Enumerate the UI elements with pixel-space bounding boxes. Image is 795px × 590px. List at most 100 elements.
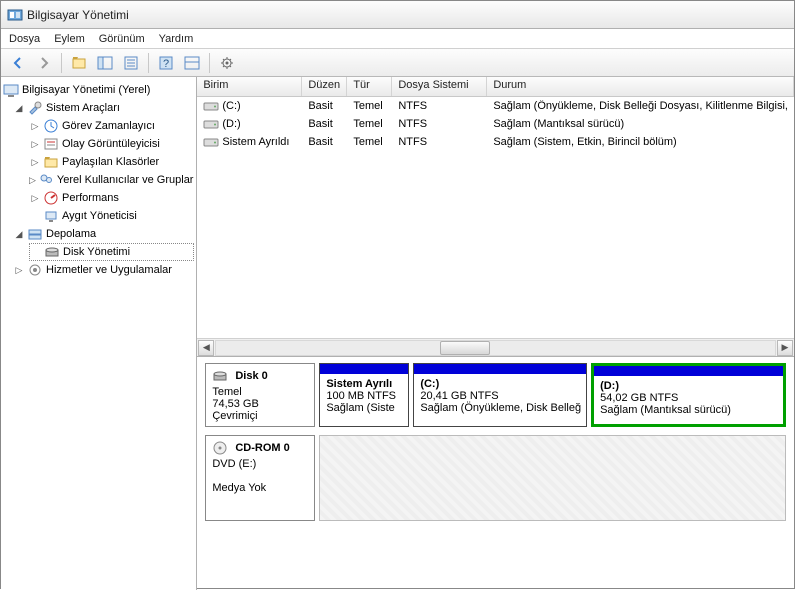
volume-status: Sağlam (Sistem, Etkin, Birincil bölüm): [487, 136, 794, 148]
partition-name: (D:): [600, 380, 619, 392]
disk-type: Temel: [212, 386, 308, 398]
tree-local-users-label: Yerel Kullanıcılar ve Gruplar: [57, 174, 194, 186]
col-fs[interactable]: Dosya Sistemi: [392, 77, 487, 96]
disk-icon: [212, 368, 228, 384]
services-icon: [27, 262, 43, 278]
volume-list-header: Birim Düzen Tür Dosya Sistemi Durum: [197, 77, 794, 97]
partition-header: [414, 364, 586, 374]
tree-performance[interactable]: ▷Performans: [29, 189, 194, 207]
volume-type: Temel: [347, 100, 392, 112]
partition-status: Sağlam (Önyükleme, Disk Belleğ: [420, 402, 581, 414]
navigation-tree[interactable]: Bilgisayar Yönetimi (Yerel) ◢ Sistem Ara…: [1, 77, 197, 590]
expand-icon[interactable]: ▷: [29, 120, 41, 132]
tree-disk-management-label: Disk Yönetimi: [63, 246, 130, 258]
tree-services-label: Hizmetler ve Uygulamalar: [46, 264, 172, 276]
forward-button[interactable]: [33, 52, 55, 74]
tree-device-manager[interactable]: ▷Aygıt Yöneticisi: [29, 207, 194, 225]
scroll-right-button[interactable]: ▶: [777, 340, 793, 356]
volume-list[interactable]: Birim Düzen Tür Dosya Sistemi Durum (C:)…: [197, 77, 794, 357]
scroll-left-button[interactable]: ◀: [198, 340, 214, 356]
disk-status: Çevrimiçi: [212, 410, 308, 422]
users-icon: [38, 172, 54, 188]
tools-icon: [27, 100, 43, 116]
expand-icon[interactable]: ▷: [29, 174, 36, 186]
tree-event-viewer[interactable]: ▷ Olay Görüntüleyicisi: [29, 135, 194, 153]
disk-info[interactable]: CD-ROM 0 DVD (E:) Medya Yok: [205, 435, 315, 521]
help-button[interactable]: ?: [155, 52, 177, 74]
tree-system-tools[interactable]: ◢ Sistem Araçları: [13, 99, 194, 117]
tree-system-tools-label: Sistem Araçları: [46, 102, 120, 114]
volume-fs: NTFS: [392, 100, 487, 112]
back-button[interactable]: [7, 52, 29, 74]
settings-button[interactable]: [216, 52, 238, 74]
up-button[interactable]: [68, 52, 90, 74]
partition-name: (C:): [420, 378, 439, 390]
tree-shared-folders-label: Paylaşılan Klasörler: [62, 156, 159, 168]
disk-type: DVD (E:): [212, 458, 308, 470]
volume-name: (C:): [222, 100, 240, 112]
menu-file[interactable]: Dosya: [9, 33, 40, 45]
collapse-icon[interactable]: ◢: [13, 228, 25, 240]
tree-services[interactable]: ▷ Hizmetler ve Uygulamalar: [13, 261, 194, 279]
volume-type: Temel: [347, 118, 392, 130]
volume-status: Sağlam (Önyükleme, Disk Belleği Dosyası,…: [487, 100, 794, 112]
app-icon: [7, 7, 23, 23]
event-icon: [43, 136, 59, 152]
view-button[interactable]: [181, 52, 203, 74]
col-type[interactable]: Tür: [347, 77, 392, 96]
menu-help[interactable]: Yardım: [159, 33, 194, 45]
disk-row-cdrom[interactable]: CD-ROM 0 DVD (E:) Medya Yok: [205, 435, 786, 521]
tree-disk-management[interactable]: ▷Disk Yönetimi: [29, 243, 194, 261]
col-status[interactable]: Durum: [487, 77, 794, 96]
menu-action[interactable]: Eylem: [54, 33, 85, 45]
col-volume[interactable]: Birim: [197, 77, 302, 96]
main-area: Bilgisayar Yönetimi (Yerel) ◢ Sistem Ara…: [1, 77, 794, 590]
volume-fs: NTFS: [392, 118, 487, 130]
disk-map: Disk 0 Temel 74,53 GB Çevrimiçi Sistem A…: [197, 357, 794, 590]
show-hide-tree-button[interactable]: [94, 52, 116, 74]
partition-name: Sistem Ayrılı: [326, 378, 392, 390]
expand-icon[interactable]: ▷: [13, 264, 25, 276]
tree-storage-label: Depolama: [46, 228, 96, 240]
tree-local-users[interactable]: ▷ Yerel Kullanıcılar ve Gruplar: [29, 171, 194, 189]
content-pane: Birim Düzen Tür Dosya Sistemi Durum (C:)…: [197, 77, 794, 590]
folder-shared-icon: [43, 154, 59, 170]
tree-storage[interactable]: ◢ Depolama: [13, 225, 194, 243]
volume-type: Temel: [347, 136, 392, 148]
expand-icon[interactable]: ▷: [29, 192, 41, 204]
properties-button[interactable]: [120, 52, 142, 74]
partition-status: Sağlam (Siste: [326, 402, 394, 414]
empty-media: [319, 435, 786, 521]
tree-root-label: Bilgisayar Yönetimi (Yerel): [22, 84, 150, 96]
tree-root[interactable]: Bilgisayar Yönetimi (Yerel): [3, 81, 194, 99]
storage-icon: [27, 226, 43, 242]
expand-icon[interactable]: ▷: [29, 156, 41, 168]
partition-d[interactable]: (D:) 54,02 GB NTFS Sağlam (Mantıksal sür…: [591, 363, 786, 427]
tree-event-viewer-label: Olay Görüntüleyicisi: [62, 138, 160, 150]
disk-row-0[interactable]: Disk 0 Temel 74,53 GB Çevrimiçi Sistem A…: [205, 363, 786, 427]
volume-row[interactable]: (C:) Basit Temel NTFS Sağlam (Önyükleme,…: [197, 97, 794, 115]
disk-label: Disk 0: [235, 370, 267, 382]
expand-icon[interactable]: ▷: [29, 138, 41, 150]
col-layout[interactable]: Düzen: [302, 77, 347, 96]
disk-info[interactable]: Disk 0 Temel 74,53 GB Çevrimiçi: [205, 363, 315, 427]
partition-header: [320, 364, 408, 374]
menu-view[interactable]: Görünüm: [99, 33, 145, 45]
volume-row[interactable]: Sistem Ayrıldı Basit Temel NTFS Sağlam (…: [197, 133, 794, 151]
volume-layout: Basit: [302, 136, 347, 148]
device-icon: [43, 208, 59, 224]
partition-c[interactable]: (C:) 20,41 GB NTFS Sağlam (Önyükleme, Di…: [413, 363, 587, 427]
tree-task-scheduler[interactable]: ▷Görev Zamanlayıcı: [29, 117, 194, 135]
computer-icon: [3, 82, 19, 98]
partition-system-reserved[interactable]: Sistem Ayrılı 100 MB NTFS Sağlam (Siste: [319, 363, 409, 427]
partition-size: 20,41 GB NTFS: [420, 390, 498, 402]
horizontal-scrollbar[interactable]: ◀ ▶: [197, 338, 794, 356]
scroll-track[interactable]: [215, 340, 776, 356]
collapse-icon[interactable]: ◢: [13, 102, 25, 114]
tree-shared-folders[interactable]: ▷ Paylaşılan Klasörler: [29, 153, 194, 171]
toolbar: ?: [1, 49, 794, 77]
menu-bar: Dosya Eylem Görünüm Yardım: [1, 29, 794, 49]
scroll-thumb[interactable]: [440, 341, 490, 355]
volume-fs: NTFS: [392, 136, 487, 148]
volume-row[interactable]: (D:) Basit Temel NTFS Sağlam (Mantıksal …: [197, 115, 794, 133]
